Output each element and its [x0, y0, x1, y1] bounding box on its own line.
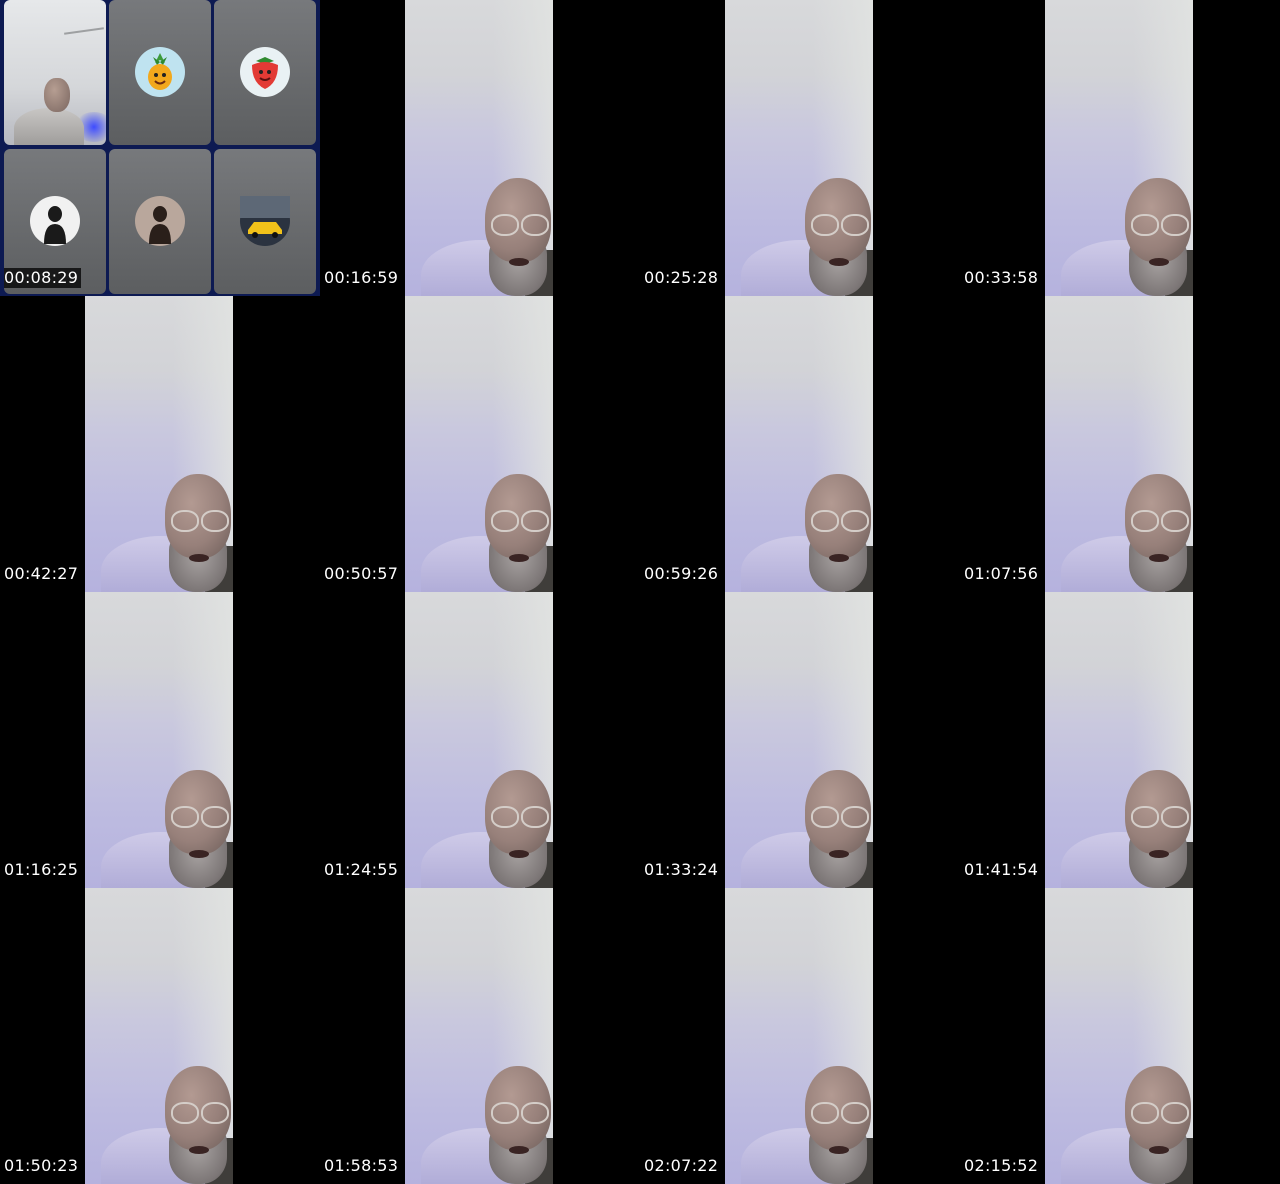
video-frame [725, 888, 873, 1184]
video-frame [405, 888, 553, 1184]
thumbnail[interactable]: 00:50:57 [320, 296, 640, 592]
person-mouth [189, 850, 209, 858]
video-frame [1045, 0, 1193, 296]
timestamp-label: 01:41:54 [964, 860, 1039, 879]
person-mouth [1149, 1146, 1169, 1154]
timestamp-label: 00:50:57 [324, 564, 399, 583]
participant-tile [214, 149, 316, 294]
timestamp-label: 00:59:26 [644, 564, 719, 583]
glasses [171, 806, 229, 828]
self-video-line [64, 27, 104, 35]
glasses [811, 806, 869, 828]
timestamp-label: 01:33:24 [644, 860, 719, 879]
timestamp-label: 00:16:59 [324, 268, 399, 287]
glasses [171, 510, 229, 532]
glasses [811, 214, 869, 236]
person-mouth [509, 1146, 529, 1154]
glasses [811, 510, 869, 532]
participant-tile [214, 0, 316, 145]
thumbnail[interactable]: 02:15:52 [960, 888, 1280, 1184]
person-mouth [1149, 554, 1169, 562]
person-mouth [829, 258, 849, 266]
timestamp-label: 01:50:23 [4, 1156, 79, 1175]
timestamp-label: 01:24:55 [324, 860, 399, 879]
call-grid-frame [0, 0, 320, 296]
self-video-bd [14, 108, 84, 145]
timestamp-label: 00:33:58 [964, 268, 1039, 287]
participant-tile [109, 149, 211, 294]
thumbnail[interactable]: 00:08:29 [0, 0, 320, 296]
thumbnail[interactable]: 01:50:23 [0, 888, 320, 1184]
person-mouth [829, 850, 849, 858]
thumbnail[interactable]: 00:25:28 [640, 0, 960, 296]
thumbnail[interactable]: 01:07:56 [960, 296, 1280, 592]
video-frame [725, 592, 873, 888]
glasses [491, 510, 549, 532]
participant-tile [109, 0, 211, 145]
thumbnail[interactable]: 01:24:55 [320, 592, 640, 888]
video-frame [405, 0, 553, 296]
person-icon [30, 196, 80, 246]
video-frame [405, 592, 553, 888]
timestamp-label: 02:07:22 [644, 1156, 719, 1175]
person-mouth [829, 1146, 849, 1154]
glasses [1131, 510, 1189, 532]
thumbnail[interactable]: 01:33:24 [640, 592, 960, 888]
timestamp-label: 00:08:29 [4, 268, 82, 288]
glasses [491, 806, 549, 828]
video-frame [725, 296, 873, 592]
person-mouth [829, 554, 849, 562]
person-icon [135, 196, 185, 246]
thumbnail[interactable]: 00:59:26 [640, 296, 960, 592]
person-mouth [509, 554, 529, 562]
video-frame [1045, 296, 1193, 592]
glasses [811, 1102, 869, 1124]
person-mouth [189, 554, 209, 562]
thumbnail[interactable]: 01:16:25 [0, 592, 320, 888]
strawberry-icon [240, 47, 290, 97]
thumbnail[interactable]: 02:07:22 [640, 888, 960, 1184]
glasses [171, 1102, 229, 1124]
thumbnail[interactable]: 01:41:54 [960, 592, 1280, 888]
thumbnail[interactable]: 01:58:53 [320, 888, 640, 1184]
person-mouth [509, 850, 529, 858]
glasses [491, 214, 549, 236]
person-mouth [509, 258, 529, 266]
glasses [1131, 1102, 1189, 1124]
person-mouth [1149, 850, 1169, 858]
video-frame [85, 296, 233, 592]
timestamp-label: 01:07:56 [964, 564, 1039, 583]
thumbnail[interactable]: 00:16:59 [320, 0, 640, 296]
car-icon [240, 196, 290, 246]
timestamp-label: 00:25:28 [644, 268, 719, 287]
timestamp-label: 01:16:25 [4, 860, 79, 879]
thumbnail[interactable]: 00:33:58 [960, 0, 1280, 296]
video-frame [725, 0, 873, 296]
person-mouth [1149, 258, 1169, 266]
timestamp-label: 01:58:53 [324, 1156, 399, 1175]
person-mouth [189, 1146, 209, 1154]
timestamp-label: 00:42:27 [4, 564, 79, 583]
video-frame [1045, 888, 1193, 1184]
video-frame [85, 592, 233, 888]
pineapple-icon [135, 47, 185, 97]
thumbnail[interactable]: 00:42:27 [0, 296, 320, 592]
thumbnail-grid: 00:08:29 00:16:59 00:25:28 00:33:58 00:42:27… [0, 0, 1280, 1184]
self-video-sh [44, 78, 70, 112]
video-frame [85, 888, 233, 1184]
glasses [491, 1102, 549, 1124]
timestamp-label: 02:15:52 [964, 1156, 1039, 1175]
glasses [1131, 806, 1189, 828]
video-frame [405, 296, 553, 592]
video-frame [1045, 592, 1193, 888]
participant-tile [4, 0, 106, 145]
glasses [1131, 214, 1189, 236]
